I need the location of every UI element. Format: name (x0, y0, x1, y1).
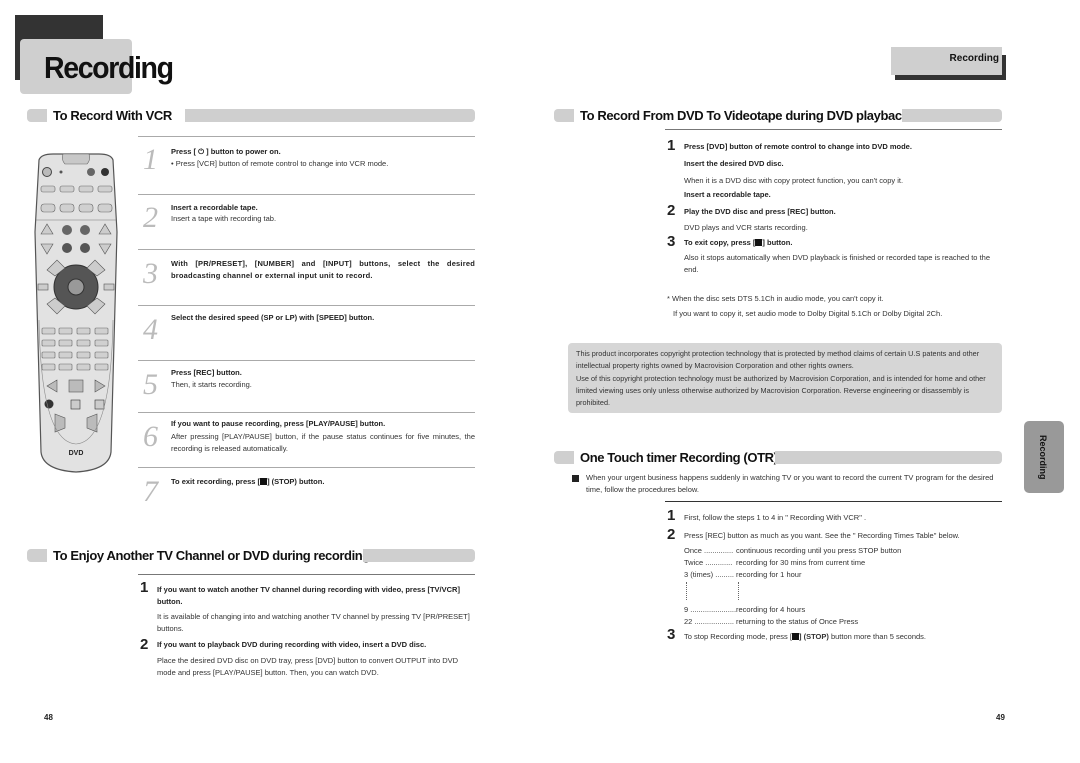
step-number: 3 (667, 626, 676, 643)
step-number: 4 (143, 313, 158, 346)
step-text: ] (STOP) button. (267, 477, 325, 486)
divider (138, 194, 475, 195)
step-text: To stop Recording mode, press [ (684, 632, 792, 641)
step-number: 1 (140, 579, 149, 596)
page-number-left: 48 (44, 713, 53, 722)
header-tab-label: Recording (949, 53, 999, 64)
step-number: 1 (667, 137, 676, 154)
divider (138, 467, 475, 468)
step-detail: • Press [VCR] button of remote control t… (171, 159, 389, 168)
step-text: ] (STOP) (798, 632, 829, 641)
side-tab: Recording (1024, 421, 1064, 493)
step-instruction: With [PR/PRESET], [NUMBER] and [INPUT] b… (171, 259, 475, 280)
divider (138, 412, 475, 413)
step-number: 5 (143, 368, 158, 401)
remote-logo: DVD (69, 450, 84, 457)
divider (138, 360, 475, 361)
step-number: 6 (143, 420, 158, 453)
step-detail: DVD plays and VCR starts recording. (684, 223, 808, 232)
divider (665, 129, 1002, 130)
divider (138, 305, 475, 306)
side-tab-label: Recording (1038, 435, 1048, 480)
copyright-notice: This product incorporates copyright prot… (568, 343, 1002, 413)
step-instruction: Press [REC] button. (171, 368, 242, 377)
step-instruction: Insert the desired DVD disc. (684, 159, 784, 168)
step-detail: After pressing [PLAY/PAUSE] button, if t… (171, 432, 475, 453)
step-text: button more than 5 seconds. (828, 632, 927, 641)
section-bar (775, 451, 1002, 464)
divider (138, 136, 475, 137)
step-number: 2 (667, 526, 676, 543)
bullet-icon (572, 475, 579, 482)
step-number: 1 (143, 143, 158, 176)
stop-icon (260, 478, 268, 485)
step-number: 2 (667, 202, 676, 219)
step-text: ] button. (762, 238, 793, 247)
step-detail: First, follow the steps 1 to 4 in " Reco… (684, 513, 867, 522)
step-detail: Insert a tape with recording tab. (171, 214, 277, 223)
step-number: 2 (143, 201, 158, 234)
step-detail: Place the desired DVD disc on DVD tray, … (157, 656, 459, 677)
step-detail: To stop Recording mode, press [] (STOP) … (684, 631, 926, 643)
step-instruction: If you want to watch another TV channel … (157, 585, 460, 606)
section-title-dvd: To Record From DVD To Videotape during D… (580, 108, 909, 123)
step-instruction: Press [ ⏻ ] button to power on. (171, 147, 281, 156)
section-bar (185, 109, 475, 122)
section-bar (902, 109, 1002, 122)
section-pill (27, 109, 47, 122)
times-press: 3 (times) ......... (684, 570, 735, 579)
times-press: 22 ................... (684, 617, 735, 626)
step-instruction: If you want to playback DVD during recor… (157, 640, 427, 649)
notice-paragraph: This product incorporates copyright prot… (576, 349, 980, 370)
step-instruction: If you want to pause recording, press [P… (171, 419, 386, 428)
step-detail: Then, it starts recording. (171, 380, 252, 389)
step-instruction: Play the DVD disc and press [REC] button… (684, 207, 836, 216)
times-result: recording for 1 hour (736, 570, 802, 579)
times-result: recording for 4 hours (736, 605, 806, 614)
step-detail: Also it stops automatically when DVD pla… (684, 253, 990, 274)
step-instruction: Insert a recordable tape. (171, 203, 258, 212)
step-instruction: Insert a recordable tape. (684, 190, 771, 199)
divider (138, 574, 475, 575)
step-instruction: To exit recording, press [ ] (STOP) butto… (171, 477, 324, 486)
step-number: 3 (143, 257, 158, 290)
section-title-enjoy: To Enjoy Another TV Channel or DVD durin… (53, 548, 370, 563)
otr-intro: When your urgent business happens sudden… (586, 473, 994, 494)
step-instruction: To exit copy, press [ ] button. (684, 238, 792, 247)
section-pill (27, 549, 47, 562)
times-press: Once .............. (684, 546, 734, 555)
divider (665, 501, 1002, 502)
section-title-otr: One Touch timer Recording (OTR) (580, 450, 778, 465)
page-number-right: 49 (996, 713, 1005, 722)
times-result: continuous recording until you press STO… (736, 546, 902, 555)
step-instruction: Press [DVD] button of remote control to … (684, 142, 912, 151)
divider (138, 249, 475, 250)
step-instruction: Select the desired speed (SP or LP) with… (171, 313, 375, 322)
continuation-dots (738, 582, 739, 600)
section-title-vcr: To Record With VCR (53, 108, 172, 123)
continuation-dots (686, 582, 687, 600)
remote-control-image: DVD (34, 153, 118, 473)
section-bar (363, 549, 475, 562)
step-detail: When it is a DVD disc with copy protect … (684, 176, 904, 185)
page-title: Recording (44, 50, 174, 85)
step-number: 7 (143, 475, 158, 508)
note: * When the disc sets DTS 5.1Ch in audio … (667, 294, 884, 303)
step-detail: It is available of changing into and wat… (157, 612, 470, 633)
times-press: 9 ...................... (684, 605, 737, 614)
step-number: 1 (667, 507, 676, 524)
times-result: recording for 30 mins from current time (736, 558, 866, 567)
stop-icon (791, 633, 799, 640)
notice-paragraph: Use of this copyright protection technol… (576, 374, 986, 407)
section-pill (554, 451, 574, 464)
step-text: To exit copy, press [ (684, 238, 756, 247)
section-pill (554, 109, 574, 122)
step-text: To exit recording, press [ (171, 477, 261, 486)
step-detail: Press [REC] button as much as you want. … (684, 531, 960, 540)
step-number: 2 (140, 636, 149, 653)
step-number: 3 (667, 233, 676, 250)
note: If you want to copy it, set audio mode t… (673, 309, 943, 318)
times-result: returning to the status of Once Press (736, 617, 859, 626)
times-press: Twice ............. (684, 558, 733, 567)
